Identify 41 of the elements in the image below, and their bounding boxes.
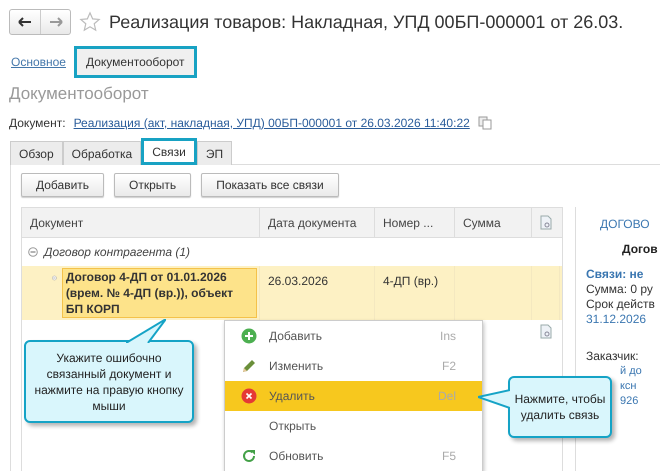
column-header[interactable]: Документ bbox=[22, 208, 260, 237]
preview-text: Сумма: 0 ру bbox=[586, 282, 654, 297]
column-header[interactable]: Сумма bbox=[455, 208, 532, 237]
menu-item[interactable]: Добавить Ins bbox=[225, 321, 482, 351]
toolbar-button[interactable]: Добавить bbox=[21, 173, 104, 197]
document-link[interactable]: Реализация (акт, накладная, УПД) 00БП-000001 от 26.03.2026 11:40:22 bbox=[74, 116, 470, 130]
preview-link[interactable]: 31.12.2026 bbox=[586, 312, 660, 327]
preview-caption: ДОГОВО bbox=[600, 217, 651, 232]
column-header[interactable]: Номер ... bbox=[375, 208, 455, 237]
shortcut-label: F2 bbox=[442, 359, 456, 373]
menu-item[interactable]: Обновить F5 bbox=[225, 441, 482, 471]
tab[interactable]: Обзор bbox=[10, 141, 63, 165]
toolbar-button[interactable]: Открыть bbox=[114, 173, 192, 197]
tab[interactable]: ЭП bbox=[196, 141, 232, 165]
window-title: Реализация товаров: Накладная, УПД 00БП-000001 от 26.03. bbox=[109, 12, 624, 32]
page-heading: Документооборот bbox=[8, 83, 150, 104]
shortcut-label: Del bbox=[438, 389, 456, 403]
column-header[interactable]: Дата документа bbox=[260, 208, 375, 237]
preview-link[interactable]: 926 bbox=[620, 394, 638, 409]
preview-title: Догов bbox=[622, 242, 659, 257]
preview-status[interactable]: Связи: не bbox=[586, 267, 660, 282]
table-cell: 26.03.2026 bbox=[268, 274, 328, 288]
preview-text: Срок действ bbox=[586, 297, 656, 312]
preview-text: Заказчик: bbox=[586, 349, 640, 364]
menu-item[interactable]: Открыть bbox=[225, 411, 482, 441]
table-row[interactable]: Договор 4-ДП от 01.01.2026 (врем. № 4-ДП (вр.)), объект БП КОРП 26.03.2026 4-ДП (вр.) bbox=[22, 266, 562, 320]
shortcut-label: F5 bbox=[442, 449, 456, 463]
preview-link[interactable]: й до bbox=[620, 364, 642, 379]
section-tab[interactable]: Документооборот bbox=[74, 46, 197, 78]
table-cell: Договор 4-ДП от 01.01.2026 (врем. № 4-ДП (вр.)), объект БП КОРП bbox=[62, 268, 257, 318]
preview-link[interactable]: ксн bbox=[620, 379, 637, 394]
table-cell: 4-ДП (вр.) bbox=[383, 274, 438, 288]
menu-item[interactable]: Удалить Del bbox=[225, 381, 482, 411]
toolbar-button[interactable]: Показать все связи bbox=[201, 173, 339, 197]
tab[interactable]: Обработка bbox=[62, 141, 142, 165]
tab[interactable]: Связи bbox=[141, 138, 197, 165]
shortcut-label: Ins bbox=[440, 329, 456, 343]
menu-item[interactable]: Изменить F2 bbox=[225, 351, 482, 381]
section-tab[interactable]: Основное bbox=[9, 49, 68, 75]
group-label: Договор контрагента (1) bbox=[44, 245, 190, 259]
field-label: Документ: bbox=[9, 116, 66, 130]
